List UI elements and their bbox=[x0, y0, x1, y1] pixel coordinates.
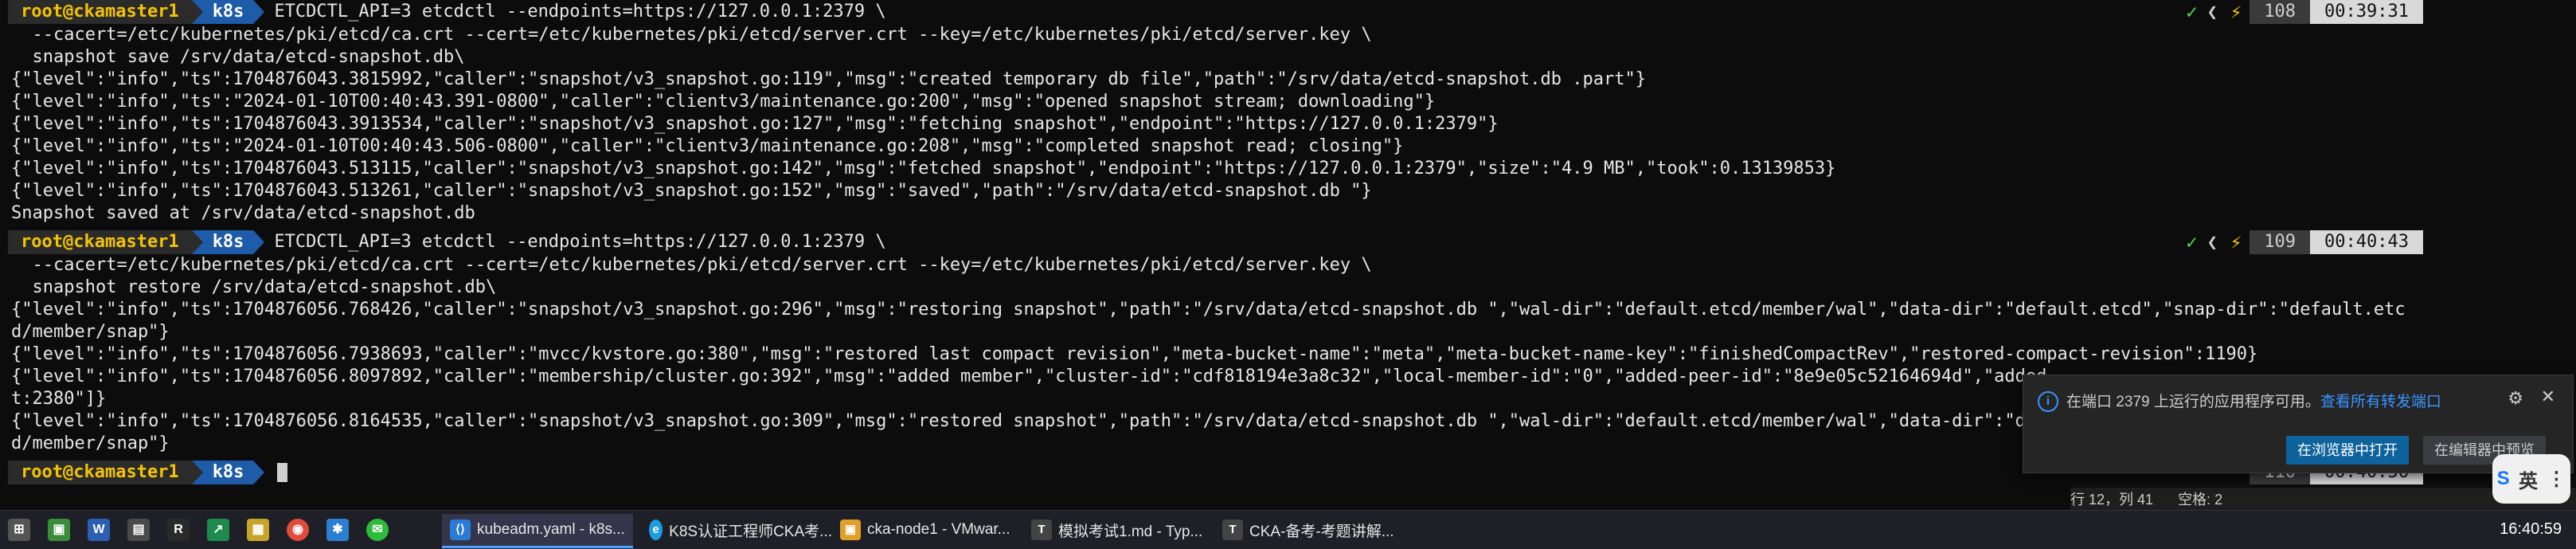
bolt-icon: ⚡ bbox=[2230, 1, 2242, 23]
taskbar-clock[interactable]: 16:40:59 bbox=[2500, 520, 2562, 539]
taskbar-app-label: kubeadm.yaml - k8s... bbox=[477, 521, 625, 538]
text-cursor bbox=[277, 463, 288, 482]
history-count: 108 bbox=[2250, 0, 2311, 24]
terminal-icon[interactable]: ▤ bbox=[127, 519, 150, 541]
output-line: snapshot save /srv/data/etcd-snapshot.db… bbox=[11, 47, 465, 67]
powerline-separator bbox=[253, 461, 265, 484]
output-line: {"level":"info","ts":1704876056.8164535,… bbox=[11, 411, 2058, 431]
prompt-directory: k8s bbox=[202, 230, 254, 254]
right-status: ✓ ❮ ⚡ 108 00:39:31 bbox=[2181, 0, 2423, 24]
prompt-line: root@ckamaster1 k8s bbox=[8, 461, 288, 484]
powerline-separator bbox=[191, 0, 203, 24]
prompt-directory: k8s bbox=[202, 0, 254, 24]
output-line: --cacert=/etc/kubernetes/pki/etcd/ca.crt… bbox=[11, 255, 1372, 275]
bolt-icon: ⚡ bbox=[2230, 231, 2242, 253]
taskbar-app-typora-1[interactable]: T 模拟考试1.md - Typ... bbox=[1023, 514, 1214, 546]
command-text: ETCDCTL_API=3 etcdctl --endpoints=https:… bbox=[274, 232, 886, 252]
taskbar-app-label: CKA-备考-考题讲解... bbox=[1249, 523, 1394, 540]
history-count: 109 bbox=[2250, 230, 2311, 254]
app-icon[interactable]: W bbox=[88, 519, 110, 541]
success-check-icon: ✓ bbox=[2181, 230, 2203, 254]
output-line: d/member/snap"} bbox=[11, 322, 170, 342]
app-icon[interactable]: ✱ bbox=[326, 519, 349, 541]
prompt-time: 00:40:43 bbox=[2310, 230, 2423, 254]
output-line: Snapshot saved at /srv/data/etcd-snapsho… bbox=[11, 203, 475, 223]
prompt-user: root@ckamaster1 bbox=[8, 230, 192, 254]
indent-setting[interactable]: 空格: 2 bbox=[2178, 492, 2222, 508]
powerline-separator bbox=[253, 230, 265, 254]
output-line: d/member/snap"} bbox=[11, 433, 170, 453]
typora-icon: T bbox=[1031, 520, 1052, 540]
prompt-time: 00:39:31 bbox=[2310, 0, 2423, 24]
output-line: {"level":"info","ts":1704876056.8097892,… bbox=[11, 367, 2058, 386]
taskbar-app-label: 模拟考试1.md - Typ... bbox=[1058, 523, 1203, 540]
ime-toolbar[interactable]: S 英 ⋮ bbox=[2492, 454, 2570, 504]
output-line: {"level":"info","ts":"2024-01-10T00:40:4… bbox=[11, 92, 1436, 112]
prompt-line: root@ckamaster1 k8s ETCDCTL_API=3 etcdct… bbox=[8, 230, 886, 254]
output-line: {"level":"info","ts":1704876043.3913534,… bbox=[11, 114, 1499, 134]
edge-icon: e bbox=[649, 520, 663, 540]
info-icon: i bbox=[2038, 391, 2058, 412]
typora-icon: T bbox=[1222, 520, 1243, 540]
folder-icon[interactable]: ▦ bbox=[247, 519, 269, 541]
gear-icon[interactable]: ⚙ bbox=[2508, 388, 2523, 409]
output-line: {"level":"info","ts":1704876043.513261,"… bbox=[11, 181, 1372, 201]
notification-text: 在端口 2379 上运行的应用程序可用。 bbox=[2066, 394, 2320, 410]
view-ports-link[interactable]: 查看所有转发端口 bbox=[2320, 394, 2441, 410]
vmware-icon: ▣ bbox=[840, 520, 861, 540]
powerline-separator bbox=[253, 0, 265, 24]
taskbar-app-vmware[interactable]: ▣ cka-node1 - VMwar... bbox=[832, 514, 1023, 546]
command-text: ETCDCTL_API=3 etcdctl --endpoints=https:… bbox=[274, 2, 886, 22]
output-line: t:2380"]} bbox=[11, 389, 107, 409]
taskbar: ⊞ ▣ W ▤ R ↗ ▦ ◉ ✱ ✉ ⟨⟩ kubeadm.yaml - k8… bbox=[0, 510, 2576, 549]
output-line: {"level":"info","ts":"2024-01-10T00:40:4… bbox=[11, 136, 1404, 156]
app-icon[interactable]: ▣ bbox=[48, 519, 70, 541]
notification-message: 在端口 2379 上运行的应用程序可用。查看所有转发端口 bbox=[2066, 390, 2441, 411]
taskbar-app-edge[interactable]: e K8S认证工程师CKA考... bbox=[641, 514, 832, 546]
separator-icon: ❮ bbox=[2207, 232, 2218, 253]
start-icon[interactable]: ⊞ bbox=[8, 519, 30, 541]
taskbar-app-vscode[interactable]: ⟨⟩ kubeadm.yaml - k8s... bbox=[442, 514, 633, 548]
prompt-user: root@ckamaster1 bbox=[8, 0, 192, 24]
cursor-position[interactable]: 行 12，列 41 bbox=[2070, 492, 2153, 508]
prompt-directory: k8s bbox=[202, 461, 254, 484]
port-forward-notification: i 在端口 2379 上运行的应用程序可用。查看所有转发端口 ⚙ ✕ 在浏览器中… bbox=[2023, 374, 2574, 473]
ime-mode[interactable]: 英 bbox=[2519, 465, 2538, 493]
output-line: --cacert=/etc/kubernetes/pki/etcd/ca.crt… bbox=[11, 25, 1372, 45]
prompt-user: root@ckamaster1 bbox=[8, 461, 192, 484]
powerline-separator bbox=[191, 461, 203, 484]
taskbar-app-typora-2[interactable]: T CKA-备考-考题讲解... bbox=[1214, 514, 1405, 546]
taskbar-app-label: cka-node1 - VMwar... bbox=[867, 521, 1010, 538]
app-icon[interactable]: R bbox=[167, 519, 190, 541]
powerline-separator bbox=[191, 230, 203, 254]
output-line: snapshot restore /srv/data/etcd-snapshot… bbox=[11, 277, 497, 297]
success-check-icon: ✓ bbox=[2181, 0, 2203, 24]
prompt-line: root@ckamaster1 k8s ETCDCTL_API=3 etcdct… bbox=[8, 0, 886, 24]
wechat-icon[interactable]: ✉ bbox=[366, 519, 389, 541]
output-line: {"level":"info","ts":1704876043.513115,"… bbox=[11, 159, 1836, 178]
ime-menu-icon[interactable]: ⋮ bbox=[2547, 468, 2566, 491]
output-line: {"level":"info","ts":1704876056.768426,"… bbox=[11, 300, 2406, 320]
close-icon[interactable]: ✕ bbox=[2541, 386, 2555, 407]
output-line: {"level":"info","ts":1704876043.3815992,… bbox=[11, 69, 1646, 89]
chrome-icon[interactable]: ◉ bbox=[287, 519, 309, 541]
separator-icon: ❮ bbox=[2207, 2, 2218, 22]
ime-logo-icon: S bbox=[2496, 468, 2510, 489]
taskbar-app-label: K8S认证工程师CKA考... bbox=[669, 523, 832, 540]
app-icon[interactable]: ↗ bbox=[207, 519, 229, 541]
output-line: {"level":"info","ts":1704876056.7938693,… bbox=[11, 344, 2258, 364]
vscode-icon: ⟨⟩ bbox=[450, 520, 471, 540]
right-status: ✓ ❮ ⚡ 109 00:40:43 bbox=[2181, 230, 2423, 254]
open-in-browser-button[interactable]: 在浏览器中打开 bbox=[2286, 436, 2409, 465]
